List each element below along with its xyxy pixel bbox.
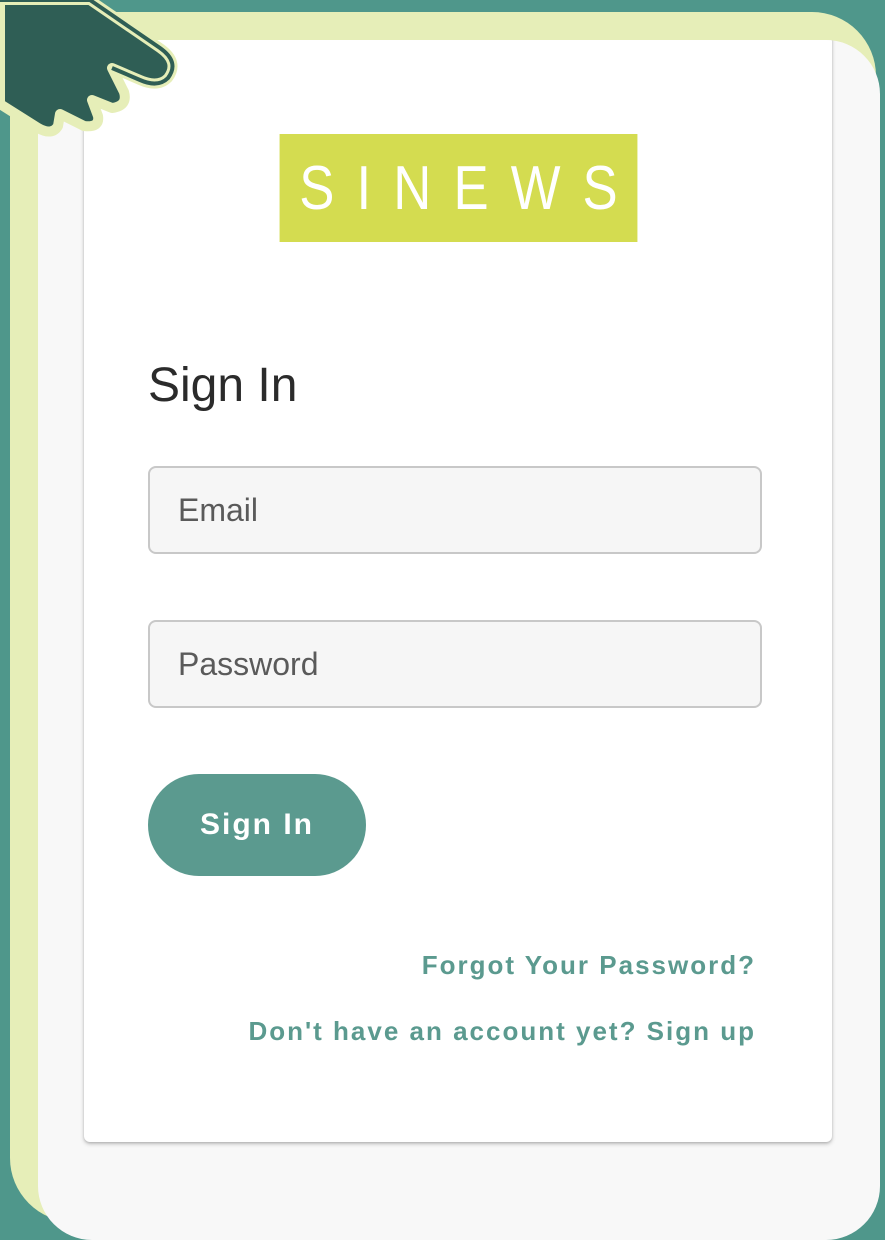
hand-pointer-icon (0, 0, 178, 137)
page-viewport: SINEWS Sign In Sign In Forgot Your Passw… (38, 40, 880, 1240)
signup-link[interactable]: Don't have an account yet? Sign up (248, 1016, 756, 1047)
decorative-frame: SINEWS Sign In Sign In Forgot Your Passw… (10, 12, 880, 1240)
email-field[interactable] (148, 466, 762, 554)
sinews-logo: SINEWS (279, 134, 638, 242)
page-title: Sign In (148, 359, 298, 412)
signin-button[interactable]: Sign In (148, 774, 366, 876)
forgot-password-link[interactable]: Forgot Your Password? (422, 950, 756, 981)
signin-card: SINEWS Sign In Sign In Forgot Your Passw… (84, 40, 832, 1142)
password-field[interactable] (148, 620, 762, 708)
